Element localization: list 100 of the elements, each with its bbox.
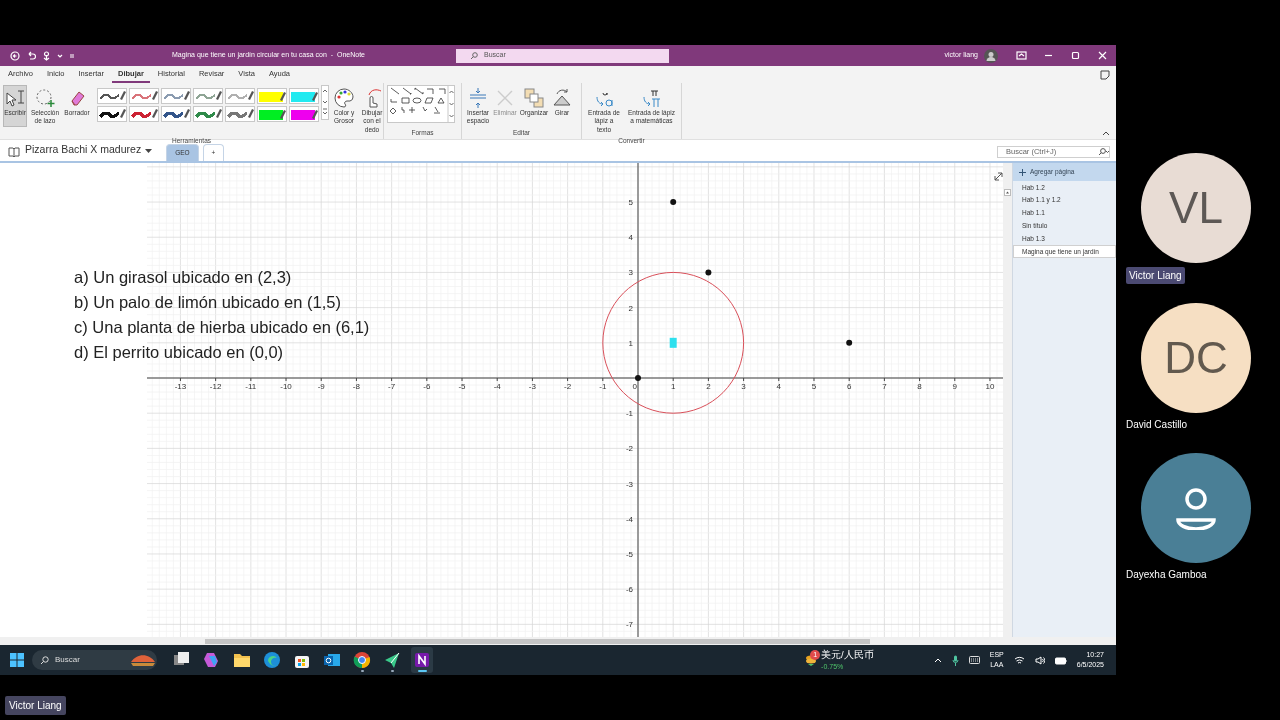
pen-swatch[interactable] xyxy=(193,106,223,122)
axis-label: -6 xyxy=(625,585,633,595)
customize-icon[interactable] xyxy=(69,52,75,59)
widget-title: 美元/人民币 xyxy=(821,647,874,662)
participant-name: David Castillo xyxy=(1126,418,1188,432)
axis-label: -2 xyxy=(625,444,633,454)
axis-label: 2 xyxy=(706,382,711,391)
person-icon xyxy=(1174,486,1218,530)
axis-label: -9 xyxy=(317,382,325,391)
axis-label: -8 xyxy=(352,382,360,391)
pen-swatch[interactable] xyxy=(289,88,319,104)
axis-label: -13 xyxy=(174,382,187,391)
problem-text: d) El perrito ubicado en (0,0) xyxy=(74,342,285,363)
expand-icon[interactable] xyxy=(994,172,1003,181)
ink-to-math-icon xyxy=(640,87,663,109)
axis-label: 6 xyxy=(846,382,852,391)
pen-swatch[interactable] xyxy=(97,106,127,122)
search-icon xyxy=(40,655,49,665)
axis-label: 1 xyxy=(628,338,633,348)
initials-avatar: VL xyxy=(1141,153,1251,263)
axis-label: -3 xyxy=(625,479,633,489)
axis-label: -6 xyxy=(423,382,431,391)
pen-swatch[interactable] xyxy=(97,88,127,104)
pen-swatch[interactable] xyxy=(161,88,191,104)
shapes-gallery[interactable] xyxy=(387,85,455,123)
touch-icon[interactable] xyxy=(42,50,51,61)
problem-text: c) Una planta de hierba ubicado en (6,1) xyxy=(74,317,370,338)
battery-icon[interactable] xyxy=(1054,655,1067,665)
insert-space-icon xyxy=(467,87,489,109)
caret-icon[interactable] xyxy=(57,53,63,58)
mail-icon xyxy=(323,651,341,669)
pen-swatch[interactable] xyxy=(129,88,159,104)
participant-name: Victor Liang xyxy=(1126,267,1185,284)
pen-swatch[interactable] xyxy=(257,88,287,104)
axis-label: 1 xyxy=(670,382,676,391)
axis-label: -4 xyxy=(493,382,501,391)
pen-swatch[interactable] xyxy=(225,88,255,104)
copilot-icon xyxy=(203,651,221,669)
notebook-app-icon xyxy=(413,651,431,669)
participant-name-tag: Victor Liang xyxy=(5,696,66,715)
axis-label: 7 xyxy=(882,382,887,391)
lasso-icon xyxy=(34,87,56,109)
participant-name: Dayexha Gamboa xyxy=(1126,568,1207,582)
axis-label: 5 xyxy=(811,382,817,391)
axis-label: -5 xyxy=(625,549,633,559)
pen-swatch[interactable] xyxy=(129,106,159,122)
active-indicator xyxy=(417,670,427,672)
maximize-icon[interactable] xyxy=(1070,50,1081,61)
keyboard-icon[interactable] xyxy=(968,656,980,664)
paper-plane-icon xyxy=(383,651,401,669)
axis-label: -1 xyxy=(625,409,633,419)
axis-label: 0 xyxy=(632,382,637,391)
folder-icon xyxy=(233,651,251,669)
running-indicator xyxy=(360,670,364,672)
notebook-name[interactable]: Pizarra Bachi X madurez xyxy=(25,142,142,158)
problem-text: a) Un girasol ubicado en (2,3) xyxy=(74,267,293,288)
volume-icon[interactable] xyxy=(1034,655,1045,665)
start-icon[interactable] xyxy=(10,653,24,667)
axis-label: 5 xyxy=(628,198,633,208)
microphone-icon[interactable] xyxy=(951,654,959,666)
notes-icon[interactable] xyxy=(1100,69,1110,80)
wifi-icon[interactable] xyxy=(1013,655,1025,665)
palette-icon xyxy=(333,87,355,109)
axis-label: 8 xyxy=(917,382,922,391)
pen-swatch[interactable] xyxy=(225,106,255,122)
axis-label: 2 xyxy=(628,303,633,313)
search-field[interactable]: Buscar xyxy=(32,650,157,670)
close-icon[interactable] xyxy=(1097,50,1108,61)
axis-label: 3 xyxy=(741,382,746,391)
arrange-icon xyxy=(523,87,545,109)
ribbon-display-icon[interactable] xyxy=(1016,50,1027,61)
caret-icon[interactable] xyxy=(145,149,153,154)
taskbar-button[interactable] xyxy=(411,647,433,673)
axis-label: -3 xyxy=(528,382,536,391)
search-icon xyxy=(1097,148,1109,156)
pen-swatch[interactable] xyxy=(289,106,319,122)
gallery-scroll-icon[interactable] xyxy=(321,85,329,120)
pen-swatch[interactable] xyxy=(257,106,287,122)
initials-avatar: DC xyxy=(1141,303,1251,413)
axis-label: -10 xyxy=(280,382,292,391)
plus-icon xyxy=(1019,168,1026,176)
collapse-icon[interactable] xyxy=(1102,130,1110,136)
axis-label: 4 xyxy=(776,382,781,391)
running-indicator xyxy=(390,670,394,672)
scrollbar-thumb[interactable] xyxy=(205,638,870,644)
pen-swatch[interactable] xyxy=(161,106,191,122)
axis-label: -12 xyxy=(209,382,222,391)
pen-swatch[interactable] xyxy=(193,88,223,104)
avatar-icon[interactable] xyxy=(984,48,998,63)
axis-label: 4 xyxy=(628,233,633,243)
notebook-icon[interactable] xyxy=(8,146,20,157)
axis-label: 3 xyxy=(628,268,633,278)
axis-label: -1 xyxy=(599,382,607,391)
axis-label: -2 xyxy=(564,382,572,391)
axis-label: -5 xyxy=(458,382,466,391)
problem-text: b) Un palo de limón ubicado en (1,5) xyxy=(74,292,342,313)
axis-label: -4 xyxy=(625,514,633,524)
chevron-up-icon[interactable] xyxy=(933,657,942,663)
undo-icon[interactable] xyxy=(26,50,36,61)
back-icon[interactable] xyxy=(10,50,20,61)
